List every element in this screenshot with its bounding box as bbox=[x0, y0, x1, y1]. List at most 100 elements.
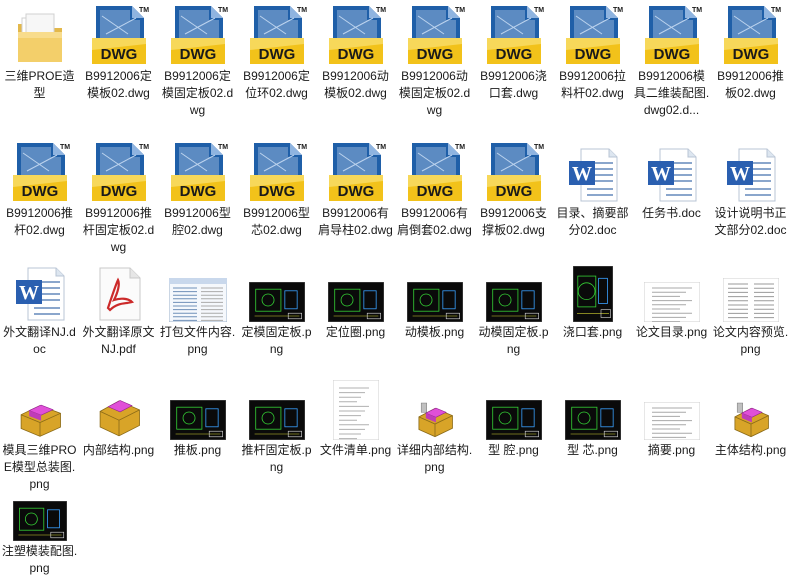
file-name-label: 推板.png bbox=[173, 443, 222, 457]
file-item[interactable]: DWG TM B9912006浇口套.dwg bbox=[474, 2, 553, 102]
dwg-file-icon: DWG TM bbox=[553, 2, 632, 66]
svg-text:DWG: DWG bbox=[337, 183, 374, 200]
file-item[interactable]: W 设计说明书正文部分02.doc bbox=[711, 139, 790, 239]
svg-text:DWG: DWG bbox=[179, 183, 216, 200]
dwg-file-icon: DWG TM bbox=[79, 2, 158, 66]
svg-text:DWG: DWG bbox=[416, 46, 453, 63]
file-name-label: B9912006拉料杆02.dwg bbox=[559, 69, 626, 100]
file-name-label: B9912006有肩倒套02.dwg bbox=[397, 206, 472, 237]
file-item[interactable]: DWG TM B9912006型腔02.dwg bbox=[158, 139, 237, 239]
file-name-label: B9912006动模板02.dwg bbox=[322, 69, 389, 100]
file-item[interactable]: DWG TM B9912006推杆02.dwg bbox=[0, 139, 79, 239]
file-name-label: B9912006型腔02.dwg bbox=[164, 206, 231, 237]
file-name-label: B9912006定位环02.dwg bbox=[243, 69, 310, 100]
file-name-label: 定模固定板.png bbox=[241, 325, 312, 356]
file-item[interactable]: 外文翻译原文NJ.pdf bbox=[79, 258, 158, 358]
file-name-label: 论文内容预览.png bbox=[712, 325, 789, 356]
svg-text:TM: TM bbox=[691, 7, 701, 14]
svg-text:DWG: DWG bbox=[258, 183, 295, 200]
file-item[interactable]: DWG TM B9912006定模固定板02.dwg bbox=[158, 2, 237, 119]
cad-drawing-thumbnail-icon bbox=[553, 258, 632, 322]
document-thumbnail-icon bbox=[711, 258, 790, 322]
svg-text:TM: TM bbox=[454, 7, 464, 14]
file-name-label: B9912006型芯02.dwg bbox=[243, 206, 310, 237]
file-item[interactable]: DWG TM B9912006定位环02.dwg bbox=[237, 2, 316, 102]
document-thumbnail-icon bbox=[632, 376, 711, 440]
pdf-file-icon bbox=[79, 258, 158, 322]
file-item[interactable]: DWG TM B9912006支撑板02.dwg bbox=[474, 139, 553, 239]
word-doc-icon: W bbox=[632, 139, 711, 203]
file-item[interactable]: DWG TM B9912006定模板02.dwg bbox=[79, 2, 158, 102]
file-item[interactable]: W 任务书.doc bbox=[632, 139, 711, 222]
file-item[interactable]: 文件清单.png bbox=[316, 376, 395, 459]
file-item[interactable]: DWG TM B9912006拉料杆02.dwg bbox=[553, 2, 632, 102]
file-item[interactable]: 推杆固定板.png bbox=[237, 376, 316, 476]
file-item[interactable]: DWG TM B9912006推杆固定板02.dwg bbox=[79, 139, 158, 256]
file-item[interactable]: 推板.png bbox=[158, 376, 237, 459]
cad-drawing-thumbnail-icon bbox=[474, 258, 553, 322]
dwg-file-icon: DWG TM bbox=[158, 2, 237, 66]
cad-drawing-thumbnail-icon bbox=[237, 258, 316, 322]
file-name-label: B9912006推板02.dwg bbox=[717, 69, 784, 100]
file-name-label: B9912006动模固定板02.dwg bbox=[398, 69, 471, 117]
svg-text:W: W bbox=[572, 163, 592, 185]
file-item[interactable]: 浇口套.png bbox=[553, 258, 632, 341]
file-name-label: 定位圈.png bbox=[325, 325, 386, 339]
cad-drawing-thumbnail-icon bbox=[0, 477, 79, 541]
dwg-file-icon: DWG TM bbox=[237, 2, 316, 66]
file-item[interactable]: 动模板.png bbox=[395, 258, 474, 341]
svg-text:DWG: DWG bbox=[179, 46, 216, 63]
file-item[interactable]: 动模固定板.png bbox=[474, 258, 553, 358]
svg-text:W: W bbox=[651, 163, 671, 185]
svg-text:DWG: DWG bbox=[495, 46, 532, 63]
svg-text:TM: TM bbox=[59, 144, 69, 151]
svg-text:TM: TM bbox=[217, 144, 227, 151]
file-item[interactable]: 详细内部结构.png bbox=[395, 376, 474, 476]
cad-drawing-thumbnail-icon bbox=[158, 376, 237, 440]
file-item[interactable]: 注塑模装配图.png bbox=[0, 477, 79, 577]
file-item[interactable]: DWG TM B9912006有肩导柱02.dwg bbox=[316, 139, 395, 239]
file-item[interactable]: DWG TM B9912006动模板02.dwg bbox=[316, 2, 395, 102]
file-item[interactable]: 主体结构.png bbox=[711, 376, 790, 459]
file-item[interactable]: 摘要.png bbox=[632, 376, 711, 459]
file-name-label: 浇口套.png bbox=[562, 325, 623, 339]
file-item[interactable]: DWG TM B9912006模具二维装配图.dwg02.d... bbox=[632, 2, 711, 119]
file-item[interactable]: DWG TM B9912006推板02.dwg bbox=[711, 2, 790, 102]
file-name-label: 内部结构.png bbox=[82, 443, 155, 457]
file-item[interactable]: 型 腔.png bbox=[474, 376, 553, 459]
svg-text:DWG: DWG bbox=[495, 183, 532, 200]
dwg-file-icon: DWG TM bbox=[711, 2, 790, 66]
file-item[interactable]: 三维PROE造型 bbox=[0, 2, 79, 102]
dwg-file-icon: DWG TM bbox=[237, 139, 316, 203]
svg-text:TM: TM bbox=[454, 144, 464, 151]
file-item[interactable]: 打包文件内容.png bbox=[158, 258, 237, 358]
file-item[interactable]: DWG TM B9912006动模固定板02.dwg bbox=[395, 2, 474, 119]
file-item[interactable]: DWG TM B9912006有肩倒套02.dwg bbox=[395, 139, 474, 239]
cad-drawing-thumbnail-icon bbox=[474, 376, 553, 440]
file-item[interactable]: 内部结构.png bbox=[79, 376, 158, 459]
svg-text:TM: TM bbox=[533, 7, 543, 14]
word-doc-icon: W bbox=[553, 139, 632, 203]
file-item[interactable]: 模具三维PROE模型总装图.png bbox=[0, 376, 79, 493]
dwg-file-icon: DWG TM bbox=[316, 139, 395, 203]
file-name-label: 任务书.doc bbox=[642, 206, 701, 220]
file-name-label: B9912006推杆02.dwg bbox=[6, 206, 73, 237]
file-item[interactable]: 定位圈.png bbox=[316, 258, 395, 341]
svg-text:DWG: DWG bbox=[258, 46, 295, 63]
svg-text:TM: TM bbox=[375, 144, 385, 151]
folder-icon bbox=[0, 2, 79, 66]
file-item[interactable]: 型 芯.png bbox=[553, 376, 632, 459]
svg-text:TM: TM bbox=[138, 144, 148, 151]
file-name-label: 动模固定板.png bbox=[478, 325, 549, 356]
file-item[interactable]: W 目录、摘要部分02.doc bbox=[553, 139, 632, 239]
file-item[interactable]: 论文目录.png bbox=[632, 258, 711, 341]
word-doc-icon: W bbox=[0, 258, 79, 322]
screenshot-thumbnail-icon bbox=[158, 258, 237, 322]
file-item[interactable]: W 外文翻译NJ.doc bbox=[0, 258, 79, 358]
dwg-file-icon: DWG TM bbox=[395, 2, 474, 66]
file-item[interactable]: 论文内容预览.png bbox=[711, 258, 790, 358]
file-name-label: 动模板.png bbox=[404, 325, 465, 339]
file-item[interactable]: DWG TM B9912006型芯02.dwg bbox=[237, 139, 316, 239]
svg-text:DWG: DWG bbox=[100, 46, 137, 63]
file-item[interactable]: 定模固定板.png bbox=[237, 258, 316, 358]
